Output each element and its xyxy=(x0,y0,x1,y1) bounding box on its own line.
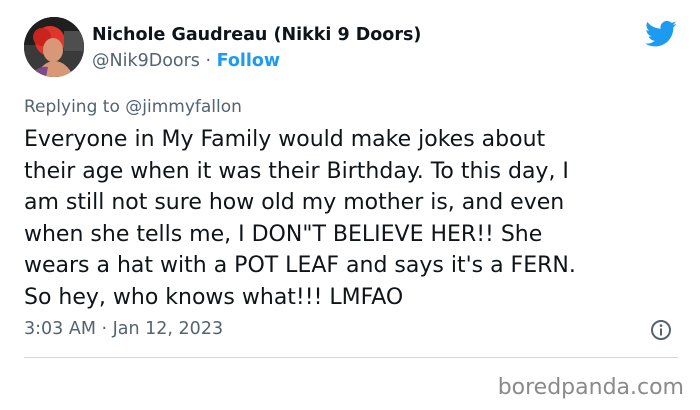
tweet-card: Nichole Gaudreau (Nikki 9 Doors) @Nik9Do… xyxy=(0,0,700,410)
reply-context: Replying to @jimmyfallon xyxy=(24,96,242,118)
divider xyxy=(24,357,678,358)
tweet-body-line: their age when it was their Birthday. To… xyxy=(24,158,569,184)
tweet-body-line: So hey, who knows what!!! LMFAO xyxy=(24,284,404,310)
avatar[interactable] xyxy=(24,17,84,77)
follow-button[interactable]: Follow xyxy=(217,51,280,71)
boredpanda-watermark: boredpanda.com xyxy=(497,375,684,400)
tweet-timestamp[interactable]: 3:03 AM · Jan 12, 2023 xyxy=(24,318,223,340)
reply-prefix: Replying to xyxy=(24,97,126,117)
tweet-body-line: when she tells me, I DON"T BELIEVE HER!!… xyxy=(24,221,543,247)
author-handle[interactable]: @Nik9Doors xyxy=(92,51,200,71)
tweet-body-line: am still not sure how old my mother is, … xyxy=(24,190,565,215)
tweet-body-line: Everyone in My Family would make jokes a… xyxy=(24,127,546,152)
handle-separator: · xyxy=(199,51,217,71)
tweet-body-line: wears a hat with a POT LEAF and says it'… xyxy=(24,253,576,278)
info-icon[interactable] xyxy=(650,319,672,341)
author-display-name[interactable]: Nichole Gaudreau (Nikki 9 Doors) xyxy=(92,24,421,46)
author-handle-row: @Nik9Doors · Follow xyxy=(92,50,280,72)
tweet-body: Everyone in My Family would make jokes a… xyxy=(24,124,684,313)
twitter-bird-icon[interactable] xyxy=(645,20,677,48)
reply-to-handle-link[interactable]: @jimmyfallon xyxy=(125,97,242,117)
